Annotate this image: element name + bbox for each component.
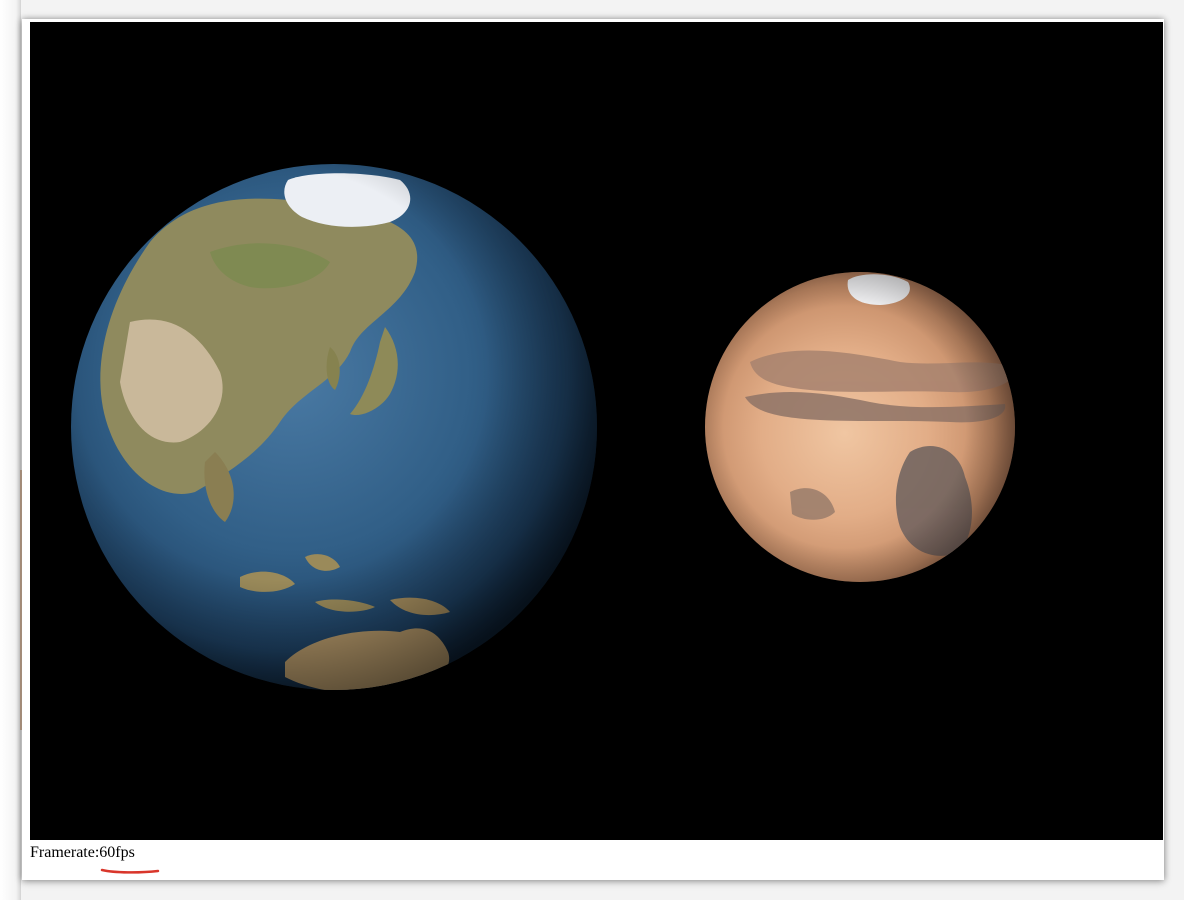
earth-globe — [71, 164, 597, 690]
webgl-canvas[interactable] — [30, 22, 1163, 840]
background-page-edge — [0, 0, 21, 900]
browser-window: Framerate:60fps — [22, 19, 1164, 880]
status-footer: Framerate:60fps — [30, 841, 1163, 879]
framerate-value: 60fps — [99, 844, 135, 861]
planet-scene — [71, 164, 1015, 690]
red-underline-annotation — [100, 868, 160, 874]
screenshot-page: Framerate:60fps — [0, 0, 1184, 900]
mars-globe — [705, 272, 1015, 582]
framerate-readout: Framerate:60fps — [30, 844, 135, 862]
framerate-label: Framerate: — [30, 844, 100, 861]
